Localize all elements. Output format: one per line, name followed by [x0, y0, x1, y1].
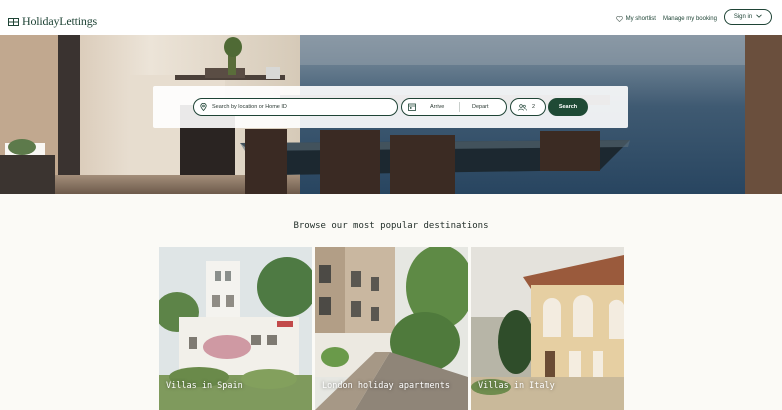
logo-icon: [8, 17, 19, 26]
heart-icon: [615, 16, 623, 22]
arrive-date[interactable]: Arrive: [430, 104, 444, 110]
date-divider: [459, 102, 460, 112]
destination-card-italy[interactable]: Villas in Italy: [471, 247, 624, 410]
location-search-field[interactable]: Search by location or Home ID: [193, 98, 398, 116]
location-placeholder: Search by location or Home ID: [212, 104, 287, 110]
card-label-italy: Villas in Italy: [478, 381, 555, 391]
hero-banner: Search by location or Home ID Arrive Dep…: [0, 35, 782, 194]
location-pin-icon: [200, 103, 207, 111]
top-navigation-bar: HolidayLettings My shortlist Manage my b…: [0, 0, 782, 35]
guests-icon: [518, 103, 527, 111]
search-button[interactable]: Search: [548, 98, 588, 116]
guests-selector[interactable]: 2: [510, 98, 546, 116]
shortlist-label: My shortlist: [625, 16, 656, 22]
depart-date[interactable]: Depart: [472, 104, 489, 110]
manage-booking-label: Manage my booking: [662, 16, 717, 22]
brand-name: HolidayLettings: [22, 14, 97, 28]
browse-heading: Browse our most popular destinations: [293, 221, 489, 231]
sign-in-button[interactable]: Sign in: [724, 9, 772, 25]
calendar-icon: [408, 103, 416, 111]
shortlist-link[interactable]: My shortlist: [615, 16, 656, 22]
guests-count: 2: [532, 104, 536, 110]
destination-card-london[interactable]: London holiday apartments: [315, 247, 468, 410]
card-label-london: London holiday apartments: [322, 381, 450, 391]
brand-logo[interactable]: HolidayLettings: [8, 14, 97, 29]
date-range-field[interactable]: Arrive Depart: [401, 98, 507, 116]
header-nav: My shortlist Manage my booking Sign in: [615, 9, 772, 25]
search-panel: Search by location or Home ID Arrive Dep…: [153, 86, 628, 128]
manage-booking-link[interactable]: Manage my booking: [663, 16, 717, 22]
sign-in-label: Sign in: [733, 14, 753, 20]
card-label-spain: Villas in Spain: [166, 381, 243, 391]
chevron-down-icon: [756, 14, 762, 20]
destination-card-spain[interactable]: Villas in Spain: [159, 247, 312, 410]
